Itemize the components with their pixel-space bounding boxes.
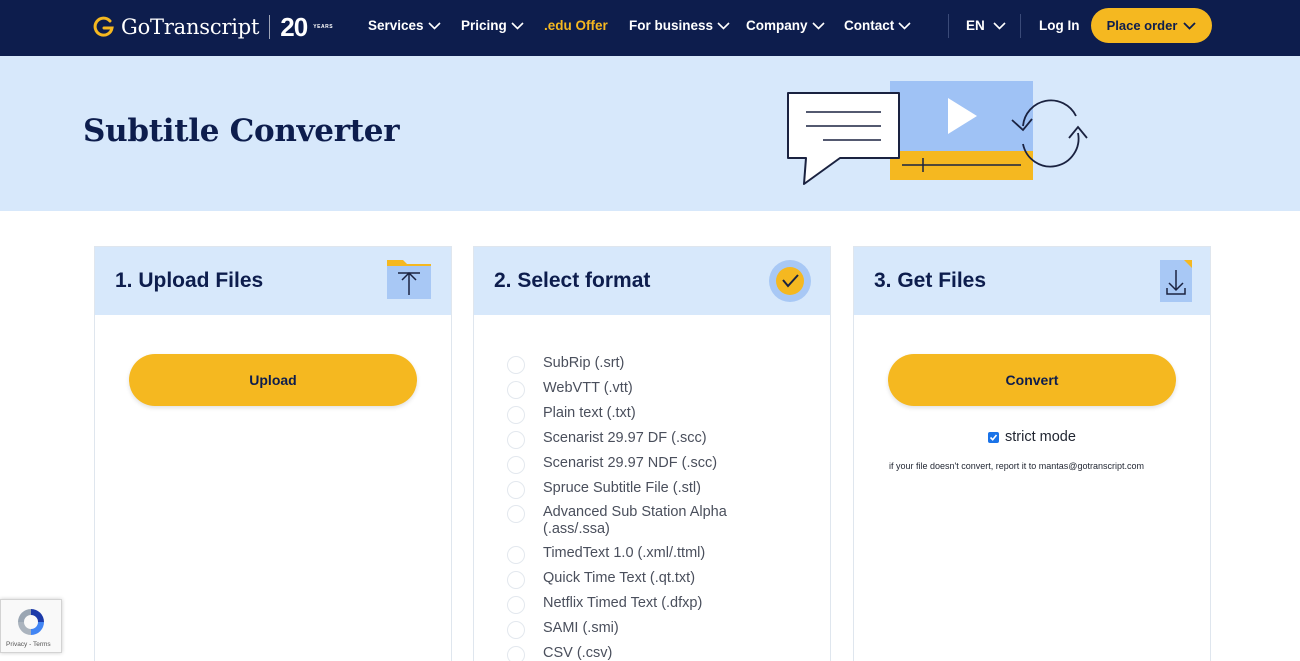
get-files-card-header: 3. Get Files (854, 247, 1210, 315)
chevron-down-icon (511, 21, 524, 30)
report-note: if your file doesn't convert, report it … (889, 461, 1144, 471)
format-option-label: Spruce Subtitle File (.stl) (543, 480, 701, 496)
top-navigation: GoTranscript 20 YEARS Services Pricing .… (0, 0, 1300, 56)
nav-services[interactable]: Services (368, 18, 441, 33)
page-title: Subtitle Converter (83, 113, 400, 149)
chevron-down-icon (717, 21, 730, 30)
upload-files-card: 1. Upload Files Upload (94, 246, 452, 661)
get-files-card-title: 3. Get Files (874, 269, 987, 292)
nav-for-business-label: For business (629, 18, 714, 33)
nav-divider (1020, 14, 1021, 38)
nav-company-label: Company (746, 18, 808, 33)
format-option-ass[interactable]: Advanced Sub Station Alpha (.ass/.ssa) (507, 504, 807, 538)
logo-text: GoTranscript (121, 15, 260, 39)
language-label: EN (966, 18, 985, 33)
radio-button[interactable] (507, 596, 525, 614)
recaptcha-badge[interactable]: Privacy - Terms (0, 599, 62, 653)
upload-button[interactable]: Upload (129, 354, 417, 406)
format-option-label: SAMI (.smi) (543, 620, 619, 636)
chevron-down-icon (993, 21, 1006, 30)
format-option-vtt[interactable]: WebVTT (.vtt) (507, 380, 807, 399)
logo-years-text: YEARS (313, 23, 334, 30)
language-selector[interactable]: EN (966, 18, 1006, 33)
logo-20-number: 20 (280, 11, 308, 42)
radio-button[interactable] (507, 505, 525, 523)
radio-button[interactable] (507, 406, 525, 424)
format-option-dfxp[interactable]: Netflix Timed Text (.dfxp) (507, 595, 807, 614)
nav-pricing[interactable]: Pricing (461, 18, 524, 33)
format-option-label: CSV (.csv) (543, 645, 613, 661)
radio-button[interactable] (507, 431, 525, 449)
download-file-icon (1160, 260, 1192, 302)
format-option-label: Netflix Timed Text (.dfxp) (543, 595, 703, 611)
upload-card-title: 1. Upload Files (115, 269, 264, 292)
format-card-title: 2. Select format (494, 269, 651, 292)
nav-edu-offer-label: .edu Offer (544, 18, 608, 33)
nav-edu-offer[interactable]: .edu Offer (544, 18, 608, 33)
upload-folder-icon (387, 260, 431, 299)
format-option-label: Scenarist 29.97 DF (.scc) (543, 430, 707, 446)
nav-services-label: Services (368, 18, 424, 33)
logo-g-icon (93, 16, 114, 37)
nav-contact-label: Contact (844, 18, 895, 33)
hero-banner: Subtitle Converter (0, 56, 1300, 211)
subtitle-video-illustration (787, 81, 1088, 185)
upload-button-label: Upload (249, 372, 297, 388)
format-card-header: 2. Select format (474, 247, 830, 315)
radio-button[interactable] (507, 646, 525, 661)
chevron-down-icon (1183, 21, 1197, 30)
radio-button[interactable] (507, 456, 525, 474)
logo-20-years: 20 YEARS (280, 11, 332, 43)
strict-mode-checkbox[interactable]: strict mode (988, 429, 1076, 445)
nav-contact[interactable]: Contact (844, 18, 911, 33)
chevron-down-icon (427, 21, 441, 30)
select-format-card: 2. Select format SubRip (.srt) WebVTT (.… (473, 246, 831, 661)
radio-button[interactable] (507, 546, 525, 564)
format-option-stl[interactable]: Spruce Subtitle File (.stl) (507, 480, 807, 499)
gotranscript-logo[interactable]: GoTranscript 20 YEARS (93, 11, 333, 43)
place-order-label: Place order (1106, 18, 1178, 33)
format-option-smi[interactable]: SAMI (.smi) (507, 620, 807, 639)
chevron-down-icon (898, 21, 911, 30)
nav-divider (948, 14, 949, 38)
recaptcha-logo-icon (18, 609, 44, 635)
radio-button[interactable] (507, 356, 525, 374)
logo-divider (269, 15, 271, 39)
format-option-ttml[interactable]: TimedText 1.0 (.xml/.ttml) (507, 545, 807, 564)
place-order-button[interactable]: Place order (1091, 8, 1212, 43)
radio-button[interactable] (507, 381, 525, 399)
checkmark-circle-icon (769, 260, 811, 302)
format-option-label: Quick Time Text (.qt.txt) (543, 570, 696, 586)
radio-button[interactable] (507, 481, 525, 499)
upload-card-header: 1. Upload Files (95, 247, 451, 315)
convert-button-label: Convert (1005, 372, 1059, 388)
checkbox-checked-icon[interactable] (988, 431, 999, 443)
nav-company[interactable]: Company (746, 18, 825, 33)
format-option-label: TimedText 1.0 (.xml/.ttml) (543, 545, 706, 561)
radio-button[interactable] (507, 621, 525, 639)
check-icon (989, 433, 998, 441)
radio-button[interactable] (507, 571, 525, 589)
get-files-card: 3. Get Files Convert strict mode if your… (853, 246, 1211, 661)
format-option-scc-ndf[interactable]: Scenarist 29.97 NDF (.scc) (507, 455, 807, 474)
format-option-label: Plain text (.txt) (543, 405, 636, 421)
format-option-label: SubRip (.srt) (543, 355, 625, 371)
convert-button[interactable]: Convert (888, 354, 1176, 406)
format-option-csv[interactable]: CSV (.csv) (507, 645, 807, 661)
format-option-label: Scenarist 29.97 NDF (.scc) (543, 455, 718, 471)
format-option-scc-df[interactable]: Scenarist 29.97 DF (.scc) (507, 430, 807, 449)
format-option-txt[interactable]: Plain text (.txt) (507, 405, 807, 424)
format-option-srt[interactable]: SubRip (.srt) (507, 355, 807, 374)
login-link[interactable]: Log In (1039, 18, 1080, 33)
format-option-qt[interactable]: Quick Time Text (.qt.txt) (507, 570, 807, 589)
nav-pricing-label: Pricing (461, 18, 507, 33)
strict-mode-label: strict mode (1005, 429, 1076, 445)
login-label: Log In (1039, 18, 1080, 33)
nav-for-business[interactable]: For business (629, 18, 730, 33)
recaptcha-privacy-terms[interactable]: Privacy - Terms (6, 641, 51, 648)
chevron-down-icon (811, 21, 825, 30)
format-option-label: WebVTT (.vtt) (543, 380, 633, 396)
format-option-label: Advanced Sub Station Alpha (.ass/.ssa) (543, 504, 727, 537)
